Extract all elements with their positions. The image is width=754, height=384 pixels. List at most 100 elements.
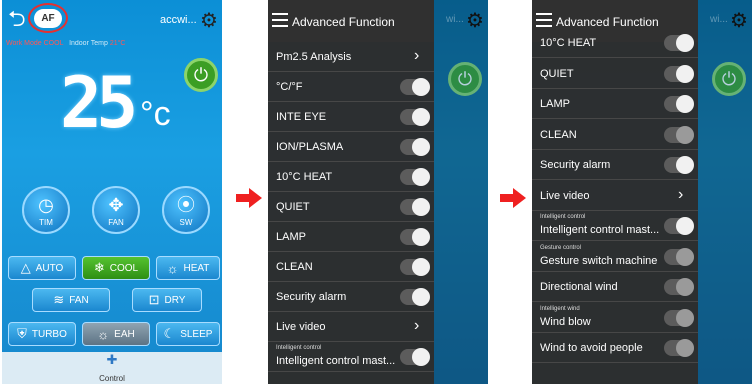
- hamburger-icon[interactable]: [536, 13, 552, 27]
- eah-label: EAH: [114, 328, 135, 340]
- top-bar: ⮌ AF accwi... ⚙: [2, 0, 222, 38]
- gamepad-icon[interactable]: ✚: [2, 352, 222, 368]
- menu-row[interactable]: Security alarm: [268, 282, 434, 312]
- chevron-right-icon[interactable]: ›: [414, 47, 419, 65]
- menu-row-label: Wind to avoid people: [540, 342, 643, 354]
- toggle-knob: [412, 228, 430, 246]
- menu-row[interactable]: INTE EYE: [268, 102, 434, 132]
- timer-button[interactable]: ◷ TIM: [22, 186, 70, 234]
- advanced-function-screen-2: wi... ⚙ ⏻ Advanced Function 10°C HEAT QUI…: [532, 0, 752, 384]
- swing-icon: ⦿: [177, 195, 195, 215]
- chevron-right-icon[interactable]: ›: [678, 186, 683, 204]
- toggle-switch[interactable]: [400, 78, 430, 96]
- menu-row[interactable]: Pm2.5 Analysis ›: [268, 42, 434, 72]
- toggle-switch[interactable]: [664, 247, 694, 266]
- toggle-switch[interactable]: [400, 288, 430, 306]
- menu-row-label: Security alarm: [276, 291, 347, 303]
- bottom-nav: ✚ Control: [2, 352, 222, 384]
- indoor-temp-label: Indoor Temp: [69, 40, 108, 47]
- work-mode-value: COOL: [43, 40, 64, 47]
- menu-row[interactable]: LAMP: [532, 89, 698, 119]
- fan-speed-button[interactable]: ✥ FAN: [92, 186, 140, 234]
- toggle-switch[interactable]: [400, 138, 430, 156]
- mode-heat-button[interactable]: ☼ HEAT: [156, 256, 220, 280]
- toggle-switch[interactable]: [400, 258, 430, 276]
- toggle-knob: [412, 348, 430, 366]
- toggle-switch[interactable]: [664, 278, 694, 296]
- mode-auto-button[interactable]: △ AUTO: [8, 256, 76, 280]
- sun-icon: ☼: [166, 260, 179, 276]
- toggle-switch[interactable]: [400, 168, 430, 186]
- toggle-switch[interactable]: [664, 95, 694, 113]
- dry-label: DRY: [164, 294, 186, 306]
- menu-row[interactable]: QUIET: [532, 59, 698, 89]
- menu-row[interactable]: Wind to avoid people: [532, 333, 698, 363]
- toggle-switch[interactable]: [400, 228, 430, 246]
- toggle-switch[interactable]: [664, 125, 694, 144]
- indoor-temp-value: 21°C: [109, 40, 126, 47]
- sleep-button[interactable]: ☾ SLEEP: [156, 322, 220, 346]
- mode-dry-button[interactable]: ⊡ DRY: [132, 288, 202, 312]
- toggle-switch[interactable]: [400, 348, 430, 366]
- device-name: accwi...: [160, 14, 197, 26]
- menu-row-label: 10°C HEAT: [540, 37, 597, 49]
- menu-row-label: 10°C HEAT: [276, 171, 333, 183]
- menu-row[interactable]: Live video ›: [532, 181, 698, 211]
- power-icon: ⏻: [721, 69, 737, 89]
- menu-row[interactable]: Security alarm: [532, 150, 698, 180]
- power-button-behind: ⏻: [712, 62, 746, 96]
- menu-row[interactable]: CLEAN: [532, 120, 698, 150]
- menu-row-label: Directional wind: [540, 281, 618, 293]
- toggle-knob: [676, 125, 694, 144]
- menu-row-label: LAMP: [276, 231, 306, 243]
- chevron-right-icon[interactable]: ›: [414, 317, 419, 335]
- menu-row[interactable]: Gesture control Gesture switch machine: [532, 242, 698, 272]
- menu-row[interactable]: °C/°F: [268, 72, 434, 102]
- triangle-icon: △: [20, 260, 31, 275]
- toggle-switch[interactable]: [400, 198, 430, 216]
- menu-row-sublabel: Intelligent control: [276, 345, 322, 351]
- power-icon: ⏻: [193, 65, 209, 85]
- toggle-switch[interactable]: [664, 64, 694, 83]
- swing-button[interactable]: ⦿ SW: [162, 186, 210, 234]
- menu-row[interactable]: Directional wind: [532, 272, 698, 302]
- toggle-switch[interactable]: [664, 308, 694, 327]
- toggle-knob: [412, 288, 430, 306]
- turbo-button[interactable]: ⛨ TURBO: [8, 322, 76, 346]
- toggle-switch[interactable]: [664, 217, 694, 235]
- toggle-knob: [412, 258, 430, 276]
- menu-row[interactable]: Live video ›: [268, 312, 434, 342]
- gear-icon[interactable]: ⚙: [200, 8, 218, 33]
- toggle-switch[interactable]: [664, 339, 694, 357]
- toggle-switch[interactable]: [664, 156, 694, 174]
- control-tab-label[interactable]: Control: [99, 374, 125, 383]
- menu-row[interactable]: Intelligent control Intelligent control m…: [532, 211, 698, 241]
- menu-header: Advanced Function: [268, 0, 434, 42]
- advanced-menu-panel: Advanced Function 10°C HEAT QUIET LAMP CLEA…: [532, 0, 698, 384]
- menu-row-label: Intelligent control mast...: [276, 355, 396, 367]
- mode-fan-button[interactable]: ≋ FAN: [32, 288, 110, 312]
- af-button[interactable]: AF: [34, 9, 62, 28]
- menu-row[interactable]: ION/PLASMA: [268, 132, 434, 162]
- menu-row-label: QUIET: [540, 67, 574, 80]
- toggle-switch[interactable]: [400, 108, 430, 126]
- toggle-knob: [412, 108, 430, 126]
- menu-row[interactable]: QUIET: [268, 192, 434, 222]
- menu-row[interactable]: CLEAN: [268, 252, 434, 282]
- menu-row[interactable]: 10°C HEAT: [532, 28, 698, 58]
- clock-icon: ◷: [38, 195, 54, 215]
- menu-row[interactable]: 10°C HEAT: [268, 162, 434, 192]
- advanced-menu-panel: Advanced Function Pm2.5 Analysis › °C/°F IN…: [268, 0, 434, 384]
- sleep-label: SLEEP: [180, 328, 213, 340]
- menu-row[interactable]: Intelligent control Intelligent control m…: [268, 342, 434, 372]
- eah-button[interactable]: ☼ EAH: [82, 322, 150, 346]
- menu-row[interactable]: Intelligent wind Wind blow: [532, 303, 698, 333]
- toggle-knob: [676, 95, 694, 113]
- menu-row[interactable]: LAMP: [268, 222, 434, 252]
- toggle-knob: [676, 217, 694, 235]
- toggle-switch[interactable]: [664, 34, 694, 52]
- power-button[interactable]: ⏻: [184, 58, 218, 92]
- mode-cool-button[interactable]: ❄ COOL: [82, 256, 150, 280]
- hamburger-icon[interactable]: [272, 13, 288, 27]
- temperature-display: 25: [60, 62, 138, 144]
